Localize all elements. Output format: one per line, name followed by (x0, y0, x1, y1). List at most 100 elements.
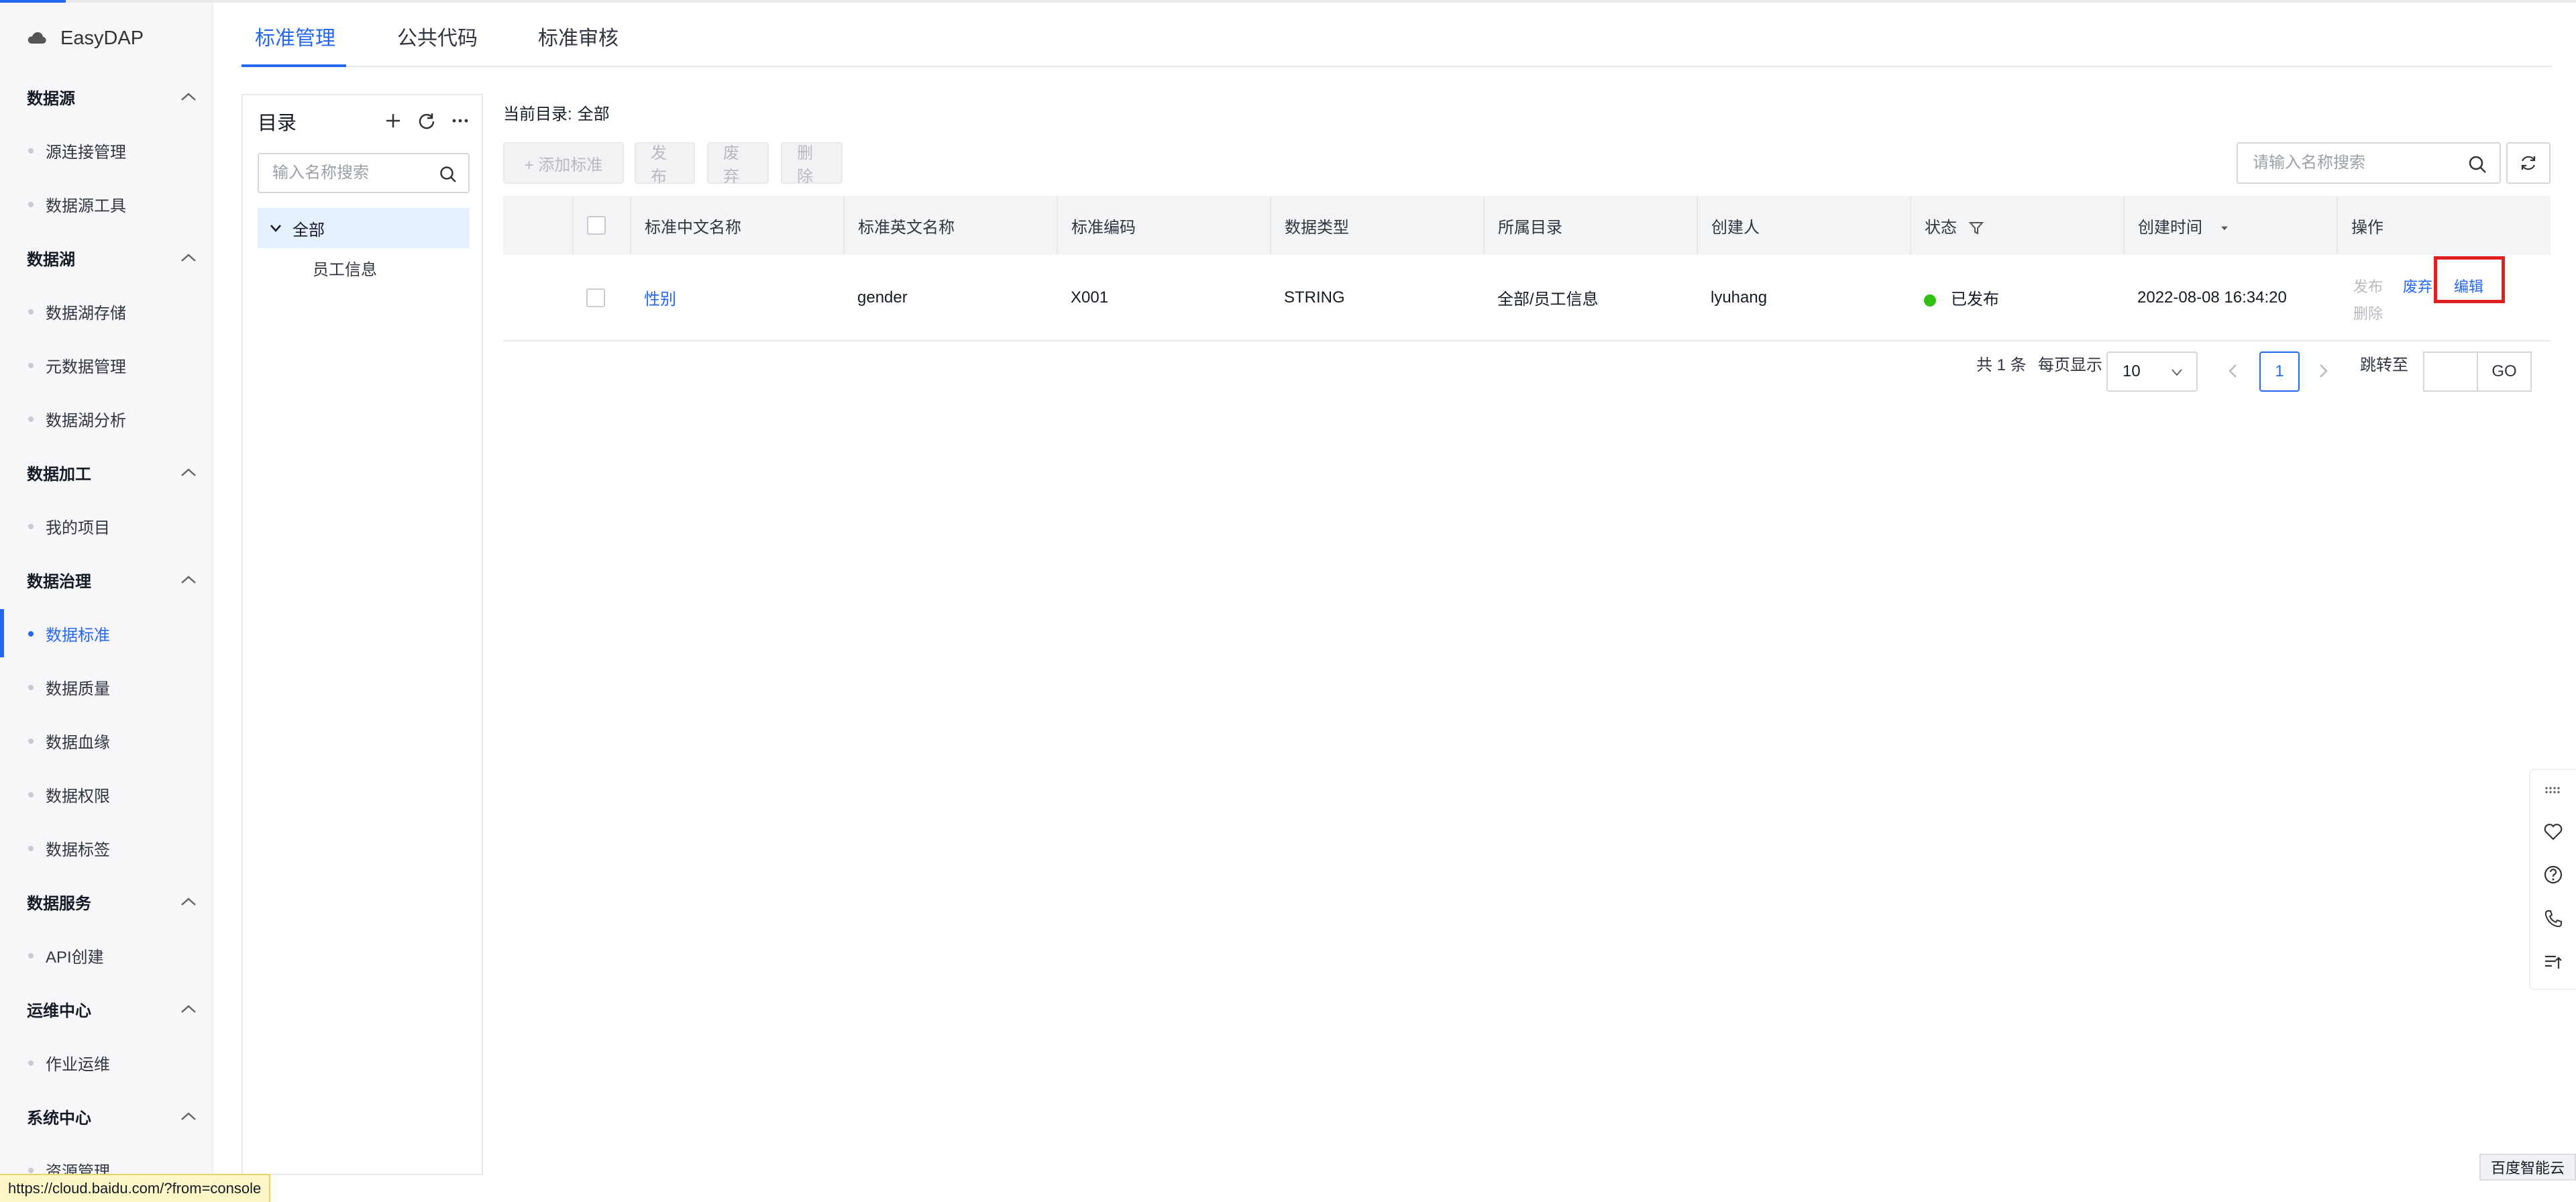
row-abandon-action[interactable]: 废弃 (2403, 275, 2432, 296)
cell-status: 已发布 (1911, 255, 2124, 341)
standards-table: 标准中文名称 标准英文名称 标准编码 数据类型 所属目录 创建人 状态 创建时间… (503, 196, 2551, 341)
cloud-icon (28, 32, 46, 44)
refresh-icon (2521, 156, 2536, 170)
row-delete-action[interactable]: 删除 (2353, 302, 2383, 323)
directory-search-input[interactable] (271, 163, 425, 183)
add-standard-button[interactable]: + 添加标准 (503, 142, 624, 184)
tree-node-label: 全部 (292, 221, 325, 239)
search-icon[interactable] (439, 165, 458, 184)
table-search-input[interactable] (2251, 153, 2453, 173)
tab-standard-management[interactable]: 标准管理 (255, 21, 335, 51)
sidebar-group-datalake[interactable]: 数据湖 (0, 231, 212, 284)
sidebar-group-services[interactable]: 数据服务 (0, 875, 212, 928)
prev-page-icon[interactable] (2222, 360, 2245, 382)
sidebar-group-datasource[interactable]: 数据源 (0, 70, 212, 123)
sidebar-item-lake-storage[interactable]: 数据湖存储 (0, 284, 212, 338)
sidebar-item-metadata[interactable]: 元数据管理 (0, 338, 212, 392)
header-select (573, 196, 631, 255)
more-icon[interactable] (451, 111, 470, 130)
row-publish-action[interactable]: 发布 (2353, 275, 2383, 296)
chevron-up-icon (181, 1112, 196, 1120)
header-en-name: 标准英文名称 (844, 196, 1058, 255)
sidebar-item-job-ops[interactable]: 作业运维 (0, 1036, 212, 1089)
tab-standard-review[interactable]: 标准审核 (538, 21, 619, 51)
header-status[interactable]: 状态 (1911, 196, 2125, 255)
list-sort-icon[interactable] (2542, 951, 2564, 973)
tab-public-code[interactable]: 公共代码 (397, 21, 478, 51)
sidebar-item-data-tags[interactable]: 数据标签 (0, 821, 212, 875)
chevron-up-icon (181, 468, 196, 476)
help-icon[interactable] (2542, 864, 2564, 885)
directory-title: 目录 (258, 113, 297, 134)
select-all-checkbox[interactable] (587, 216, 606, 235)
go-button[interactable]: GO (2477, 351, 2532, 392)
sidebar-item-source-connection[interactable]: 源连接管理 (0, 123, 212, 177)
sidebar-nav: 数据源 源连接管理 数据源工具 数据湖 数据湖存储 元数据管理 数据湖分析 数据… (0, 70, 212, 1197)
cell-creator: lyuhang (1697, 255, 1911, 341)
pagination-total: 共 1 条 (1976, 356, 2027, 374)
cell-directory: 全部/员工信息 (1484, 255, 1697, 341)
sidebar-item-source-tool[interactable]: 数据源工具 (0, 177, 212, 231)
group-label: 数据加工 (27, 465, 91, 484)
refresh-icon[interactable] (417, 111, 436, 130)
search-icon[interactable] (2467, 154, 2487, 174)
directory-search (258, 153, 470, 193)
row-checkbox[interactable] (586, 288, 605, 307)
sort-caret-icon[interactable] (2219, 223, 2230, 233)
sidebar: EasyDAP 数据源 源连接管理 数据源工具 数据湖 数据湖存储 元数据管理 … (0, 3, 213, 1202)
sidebar-item-data-quality[interactable]: 数据质量 (0, 660, 212, 714)
drag-handle-icon[interactable] (2542, 779, 2564, 801)
chevron-up-icon (181, 897, 196, 906)
cell-cn-name[interactable]: 性别 (631, 255, 844, 341)
jump-page-input[interactable] (2423, 351, 2478, 392)
header-code: 标准编码 (1057, 196, 1271, 255)
header-created[interactable]: 创建时间 (2124, 196, 2338, 255)
page-size-select[interactable]: 10 (2106, 351, 2198, 392)
sidebar-item-my-projects[interactable]: 我的项目 (0, 499, 212, 553)
sidebar-group-processing[interactable]: 数据加工 (0, 445, 212, 499)
publish-button[interactable]: 发布 (635, 142, 695, 186)
tree-node-all[interactable]: 全部 (258, 208, 470, 248)
phone-icon[interactable] (2542, 908, 2564, 930)
group-label: 数据源 (27, 89, 75, 108)
chevron-up-icon (181, 93, 196, 101)
abandon-button[interactable]: 废弃 (707, 142, 769, 186)
sidebar-group-governance[interactable]: 数据治理 (0, 553, 212, 606)
sidebar-item-data-standard[interactable]: 数据标准 (0, 606, 212, 660)
app-name: EasyDAP (60, 27, 144, 49)
sidebar-group-system[interactable]: 系统中心 (0, 1089, 212, 1143)
directory-tools (384, 111, 470, 130)
tree-node-employee-info[interactable]: 员工信息 (313, 256, 377, 280)
status-url: https://cloud.baidu.com/?from=console (0, 1174, 271, 1202)
next-page-icon[interactable] (2312, 360, 2334, 382)
cell-expand (503, 255, 573, 341)
cell-en-name: gender (844, 255, 1057, 341)
page-number-current[interactable]: 1 (2259, 351, 2300, 392)
app-logo[interactable]: EasyDAP (27, 23, 144, 54)
cell-select (573, 255, 631, 341)
header-type: 数据类型 (1271, 196, 1485, 255)
table-header-row: 标准中文名称 标准英文名称 标准编码 数据类型 所属目录 创建人 状态 创建时间… (503, 196, 2551, 255)
heart-icon[interactable] (2542, 821, 2564, 842)
chevron-down-icon[interactable] (268, 221, 283, 235)
sidebar-item-data-permission[interactable]: 数据权限 (0, 767, 212, 821)
group-label: 系统中心 (27, 1109, 91, 1128)
sidebar-group-ops[interactable]: 运维中心 (0, 982, 212, 1036)
status-text: 已发布 (1951, 290, 1999, 309)
filter-icon[interactable] (1968, 220, 1984, 236)
status-dot-icon (1924, 294, 1936, 307)
table-refresh-button[interactable] (2506, 142, 2551, 184)
brand-badge: 百度智能云 (2479, 1154, 2576, 1181)
group-label: 数据湖 (27, 250, 75, 269)
sidebar-item-lake-analysis[interactable]: 数据湖分析 (0, 392, 212, 445)
sidebar-item-api-create[interactable]: API创建 (0, 928, 212, 982)
plus-icon[interactable] (384, 111, 402, 130)
header-creator: 创建人 (1697, 196, 1911, 255)
sidebar-item-data-lineage[interactable]: 数据血缘 (0, 714, 212, 767)
pagination-per-page-label: 每页显示 (2038, 356, 2102, 374)
chevron-up-icon (181, 1005, 196, 1013)
edit-highlight-box (2434, 256, 2505, 303)
header-operations: 操作 (2337, 196, 2551, 255)
delete-button[interactable]: 删除 (781, 142, 843, 186)
group-label: 数据服务 (27, 894, 91, 913)
